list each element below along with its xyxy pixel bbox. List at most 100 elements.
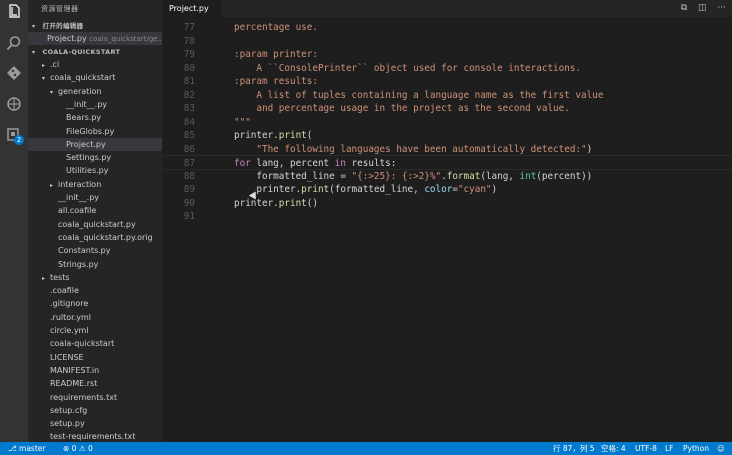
tree-item-label: coala_quickstart.py.orig bbox=[58, 232, 153, 242]
open-editor-filename: Project.py bbox=[47, 34, 87, 43]
tree-item-label: all.coafile bbox=[58, 206, 97, 216]
code-token: print bbox=[278, 130, 307, 141]
tree-item[interactable]: FileGlobs.py bbox=[28, 125, 162, 138]
tree-item[interactable]: Settings.py bbox=[28, 151, 162, 164]
tree-item-label: Utilities.py bbox=[66, 166, 109, 176]
tree-item[interactable]: coala_quickstart.py bbox=[28, 218, 162, 231]
explorer-title: 资源管理器 bbox=[41, 5, 79, 13]
debug-icon[interactable] bbox=[5, 96, 23, 114]
open-editor-item[interactable]: Project.py coala_quickstart/ge... bbox=[28, 32, 162, 45]
tree-item-label: Strings.py bbox=[58, 259, 99, 269]
git-icon[interactable] bbox=[5, 65, 23, 83]
tree-item[interactable]: setup.py bbox=[28, 417, 162, 430]
search-icon[interactable] bbox=[5, 35, 23, 53]
tree-item-label: test-requirements.txt bbox=[50, 432, 136, 442]
tree-item[interactable]: ▸ tests bbox=[28, 271, 162, 284]
tree-item[interactable]: test-requirements.txt bbox=[28, 430, 162, 442]
status-bar: ⎇ master ⊗ 0 ⚠ 0 行 87，列 5 空格: 4 UTF-8 LF… bbox=[0, 442, 732, 455]
code-token: A list of tuples containing a language n… bbox=[234, 89, 604, 101]
split-editor-icon[interactable]: ◫ bbox=[698, 3, 707, 13]
code-line[interactable]: 91 bbox=[162, 209, 732, 224]
code-token: formatted_line = bbox=[234, 170, 352, 182]
tree-item-label: .coafile bbox=[50, 286, 79, 296]
tree-item[interactable]: Strings.py bbox=[28, 258, 162, 271]
tree-item[interactable]: coala-quickstart bbox=[28, 337, 162, 350]
code-token: (formatted_line, bbox=[329, 184, 425, 195]
tree-item[interactable]: ▸ .ci bbox=[28, 58, 162, 71]
tree-item[interactable]: Bears.py bbox=[28, 111, 162, 124]
line-number: 91 bbox=[183, 211, 195, 222]
tree-item[interactable]: README.rst bbox=[28, 377, 162, 390]
tree-item[interactable]: Utilities.py bbox=[28, 164, 162, 177]
tree-item[interactable]: .rultor.yml bbox=[28, 311, 162, 324]
open-editor-path: coala_quickstart/ge... bbox=[89, 35, 162, 43]
code-editor[interactable]: 77 percentage use. 78 79:param printer: 80 A… bbox=[162, 17, 732, 442]
tree-item-label: __init__.py bbox=[66, 99, 108, 109]
tree-item[interactable]: coala_quickstart.py.orig bbox=[28, 231, 162, 244]
extensions-badge: 2 bbox=[14, 135, 24, 145]
code-token: int bbox=[519, 170, 537, 182]
encoding[interactable]: UTF-8 bbox=[635, 442, 657, 455]
indentation[interactable]: 空格: 4 bbox=[601, 442, 626, 455]
branch-name: master bbox=[19, 444, 46, 453]
code-token: ( bbox=[306, 130, 313, 141]
tree-item-label: setup.cfg bbox=[50, 405, 88, 415]
code-token: "cyan" bbox=[457, 184, 492, 195]
problems-indicator[interactable]: ⊗ 0 ⚠ 0 bbox=[63, 442, 93, 455]
tree-item-label: coala_quickstart bbox=[50, 73, 116, 83]
tree-item[interactable]: ▾ coala_quickstart bbox=[28, 71, 162, 84]
feedback-icon[interactable]: ☺ bbox=[717, 442, 725, 455]
language-mode[interactable]: Python bbox=[683, 442, 709, 455]
tree-item-label: FileGlobs.py bbox=[66, 126, 115, 136]
tree-item-label: coala-quickstart bbox=[50, 339, 115, 349]
tree-item-label: tests bbox=[50, 272, 70, 282]
tree-item[interactable]: all.coafile bbox=[28, 204, 162, 217]
tree-item[interactable]: __init__.py bbox=[28, 98, 162, 111]
code-token: in bbox=[334, 158, 346, 169]
code-token: print bbox=[301, 184, 330, 195]
open-editors-header[interactable]: ▾ 打开的编辑器 bbox=[28, 19, 162, 32]
tree-item-label: circle.yml bbox=[50, 326, 89, 335]
tree-item-label: generation bbox=[58, 86, 102, 96]
tree-item-label: .ci bbox=[50, 60, 60, 69]
code-token: () bbox=[306, 197, 318, 209]
tree-item[interactable]: MANIFEST.in bbox=[28, 364, 162, 377]
tree-item-label: Constants.py bbox=[58, 246, 111, 256]
chevron-right-icon: ▸ bbox=[50, 181, 54, 189]
code-token: """ bbox=[234, 116, 251, 128]
tree-item[interactable]: ▾ generation bbox=[28, 85, 162, 98]
error-icon: ⊗ bbox=[63, 444, 72, 453]
warning-icon: ⚠ bbox=[78, 444, 88, 453]
project-label: COALA-QUICKSTART bbox=[42, 48, 121, 56]
error-count: 0 bbox=[71, 444, 77, 453]
tab-bar: Project.py ⧉ ◫ ··· bbox=[162, 0, 732, 17]
tab-project-py[interactable]: Project.py bbox=[162, 0, 222, 17]
code-token: color bbox=[424, 184, 453, 195]
tree-item[interactable]: .gitignore bbox=[28, 297, 162, 310]
code-token: percentage use. bbox=[234, 22, 318, 33]
tree-item[interactable]: LICENSE bbox=[28, 351, 162, 364]
tree-item-label: setup.py bbox=[50, 419, 85, 429]
tree-item[interactable]: requirements.txt bbox=[28, 391, 162, 404]
code-token: printer. bbox=[234, 184, 302, 195]
branch-indicator[interactable]: ⎇ master bbox=[8, 442, 45, 455]
line-ending[interactable]: LF bbox=[665, 442, 674, 455]
more-actions-icon[interactable]: ··· bbox=[717, 3, 726, 13]
chevron-down-icon: ▾ bbox=[32, 23, 36, 30]
tree-item-label: __init__.py bbox=[58, 193, 100, 202]
tree-item[interactable]: __init__.py bbox=[28, 191, 162, 204]
chevron-down-icon: ▾ bbox=[42, 75, 46, 83]
git-branch-icon: ⎇ bbox=[8, 444, 20, 453]
tree-item-label: requirements.txt bbox=[50, 392, 118, 402]
tree-item[interactable]: Project.py bbox=[28, 137, 162, 151]
tree-item[interactable]: .coafile bbox=[28, 284, 162, 297]
explorer-sidebar: 资源管理器 ▾ 打开的编辑器 Project.py coala_quicksta… bbox=[28, 0, 162, 442]
tree-item[interactable]: Constants.py bbox=[28, 244, 162, 257]
tree-item[interactable]: circle.yml bbox=[28, 324, 162, 337]
tree-item[interactable]: ▸ interaction bbox=[28, 178, 162, 191]
open-changes-icon[interactable]: ⧉ bbox=[681, 3, 687, 13]
files-icon[interactable] bbox=[5, 4, 23, 22]
project-header[interactable]: ▾ COALA-QUICKSTART bbox=[28, 45, 162, 58]
tree-item[interactable]: setup.cfg bbox=[28, 404, 162, 417]
cursor-position[interactable]: 行 87，列 5 bbox=[553, 442, 595, 455]
